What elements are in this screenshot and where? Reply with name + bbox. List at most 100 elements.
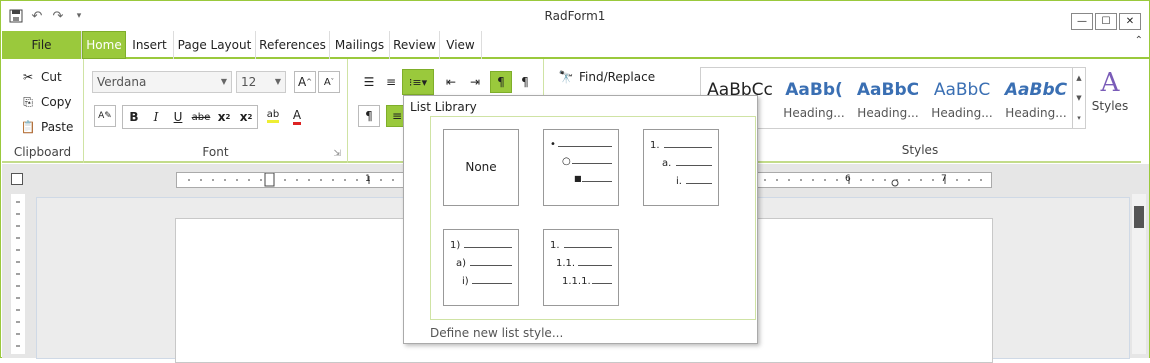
list-style-bullets[interactable]: • ○ ■ <box>543 129 619 206</box>
bullets-icon[interactable]: ☰ <box>358 71 380 93</box>
styles-button[interactable]: A Styles <box>1090 67 1130 113</box>
close-icon[interactable]: ✕ <box>1119 13 1141 30</box>
multilevel-list-button[interactable]: ⁝≡▾ <box>402 69 434 95</box>
copy-icon: ⎘ <box>23 94 33 109</box>
strikethrough-button[interactable]: abe <box>189 106 213 128</box>
ribbon-tabs: File Home Insert Page Layout References … <box>2 31 1149 59</box>
bullet-icon: • <box>550 139 556 150</box>
ruler-mark: 1 <box>365 174 371 184</box>
tab-page-layout[interactable]: Page Layout <box>174 31 256 59</box>
list-style-none[interactable]: None <box>443 129 519 206</box>
clipboard-group-label: Clipboard <box>13 145 72 159</box>
style-heading-2[interactable]: AaBbC Heading... <box>851 74 925 120</box>
binoculars-icon: 🔭 <box>558 70 574 84</box>
chevron-down-icon: ▼ <box>220 77 227 86</box>
copy-label: Copy <box>41 95 72 109</box>
scrollbar-thumb[interactable] <box>1134 206 1144 228</box>
ruler-toggle-icon[interactable] <box>11 173 23 185</box>
list-style-multilevel-letters[interactable]: 1. a. i. <box>643 129 719 206</box>
copy-button[interactable]: ⎘ Copy <box>20 94 71 110</box>
ltr-button[interactable]: ¶ <box>490 71 512 93</box>
scissors-icon: ✂ <box>22 70 34 84</box>
indent-marker-icon[interactable] <box>264 173 275 187</box>
gallery-more-icon[interactable]: ▾ <box>1077 114 1081 122</box>
bold-button[interactable]: B <box>123 106 145 128</box>
tab-review[interactable]: Review <box>390 31 440 59</box>
font-size-value: 12 <box>241 75 257 89</box>
subscript-label: x <box>217 110 226 124</box>
style-heading-1[interactable]: AaBb( Heading... <box>777 74 851 120</box>
font-color-button[interactable]: A <box>286 105 308 127</box>
define-new-list-style[interactable]: Define new list style... <box>430 326 563 340</box>
increase-indent-icon[interactable]: ⇥ <box>464 71 486 93</box>
list-number: 1) <box>450 240 461 251</box>
list-library-dropdown: List Library None • ○ ■ 1. a. i. 1) a) i… <box>403 95 758 344</box>
gallery-down-icon[interactable]: ▼ <box>1076 94 1081 102</box>
minimize-icon[interactable]: — <box>1071 13 1093 30</box>
maximize-icon[interactable]: ☐ <box>1095 13 1117 30</box>
list-number: i) <box>462 276 469 287</box>
numbering-icon[interactable]: ≡ <box>380 71 402 93</box>
title-bar: ↶ ↷ ▾ RadForm1 — ☐ ✕ <box>1 1 1149 31</box>
rtl-icon[interactable]: ¶ <box>514 71 536 93</box>
tab-home[interactable]: Home <box>82 31 126 59</box>
style-heading-3[interactable]: AaBbC Heading... <box>925 74 999 120</box>
list-number: 1.1. <box>556 258 576 269</box>
format-buttons: B I U abe x2 x2 <box>122 105 258 129</box>
show-formatting-icon[interactable]: ¶ <box>358 105 380 127</box>
list-style-paren[interactable]: 1) a) i) <box>443 229 519 306</box>
style-sample: AaBbC <box>856 80 920 100</box>
tab-mailings[interactable]: Mailings <box>330 31 390 59</box>
style-sample: AaBb( <box>785 80 843 100</box>
style-heading-4[interactable]: AaBbC Heading... <box>999 74 1073 120</box>
grow-font-label: A <box>297 75 307 89</box>
app-window: ↶ ↷ ▾ RadForm1 — ☐ ✕ File Home Insert Pa… <box>0 0 1150 363</box>
font-group: Verdana ▼ 12 ▼ A ^ Aˇ A✎ B I U abe x2 x2 ab… <box>84 59 348 163</box>
vertical-scrollbar[interactable] <box>1132 194 1146 354</box>
italic-button[interactable]: I <box>145 106 167 128</box>
superscript-button[interactable]: x2 <box>235 106 257 128</box>
dialog-launcher-icon[interactable]: ⇲ <box>333 149 341 159</box>
vertical-ruler[interactable] <box>11 194 25 354</box>
tab-insert[interactable]: Insert <box>126 31 174 59</box>
font-size-select[interactable]: 12 ▼ <box>236 71 286 93</box>
clipboard-group: ✂ Cut ⎘ Copy 📋 Paste Clipboard <box>2 59 84 163</box>
vertical-ruler-ticks <box>16 201 20 347</box>
style-name: Heading... <box>1005 106 1067 120</box>
font-family-select[interactable]: Verdana ▼ <box>92 71 232 93</box>
list-number: a) <box>456 258 467 269</box>
tab-view[interactable]: View <box>440 31 482 59</box>
styles-group-label: Styles <box>901 143 939 157</box>
list-number: 1. <box>650 140 660 151</box>
list-style-decimal[interactable]: 1. 1.1. 1.1.1. <box>543 229 619 306</box>
gallery-up-icon[interactable]: ▲ <box>1076 74 1081 82</box>
highlight-icon[interactable]: ab <box>262 105 284 127</box>
subscript-button[interactable]: x2 <box>213 106 235 128</box>
superscript-label: x <box>239 110 248 124</box>
collapse-ribbon-icon[interactable]: ⌃ <box>1135 35 1143 46</box>
underline-button[interactable]: U <box>167 106 189 128</box>
paste-icon: 📋 <box>20 120 36 134</box>
list-none-label: None <box>465 160 497 174</box>
styles-button-label: Styles <box>1091 99 1129 113</box>
font-family-value: Verdana <box>97 75 147 89</box>
decrease-indent-icon[interactable]: ⇤ <box>440 71 462 93</box>
list-library-gallery: None • ○ ■ 1. a. i. 1) a) i) 1. 1.1. 1.1… <box>430 116 756 320</box>
cut-button[interactable]: ✂ Cut <box>20 69 62 85</box>
paste-button[interactable]: 📋 Paste <box>20 119 74 135</box>
tab-file[interactable]: File <box>2 31 82 59</box>
cut-label: Cut <box>41 70 62 84</box>
grow-font-button[interactable]: A ^ <box>294 71 316 93</box>
chevron-down-icon: ▼ <box>274 77 281 86</box>
style-name: Heading... <box>857 106 919 120</box>
right-indent-icon[interactable] <box>891 179 899 187</box>
window-controls: — ☐ ✕ <box>1069 13 1141 30</box>
find-replace-button[interactable]: 🔭 Find/Replace <box>558 69 656 85</box>
square-bullet-icon: ■ <box>574 174 582 183</box>
list-number: a. <box>662 158 672 169</box>
circle-bullet-icon: ○ <box>562 156 571 167</box>
paste-label: Paste <box>41 120 74 134</box>
tab-references[interactable]: References <box>256 31 330 59</box>
shrink-font-button[interactable]: Aˇ <box>318 71 340 93</box>
clear-format-icon[interactable]: A✎ <box>94 105 116 127</box>
